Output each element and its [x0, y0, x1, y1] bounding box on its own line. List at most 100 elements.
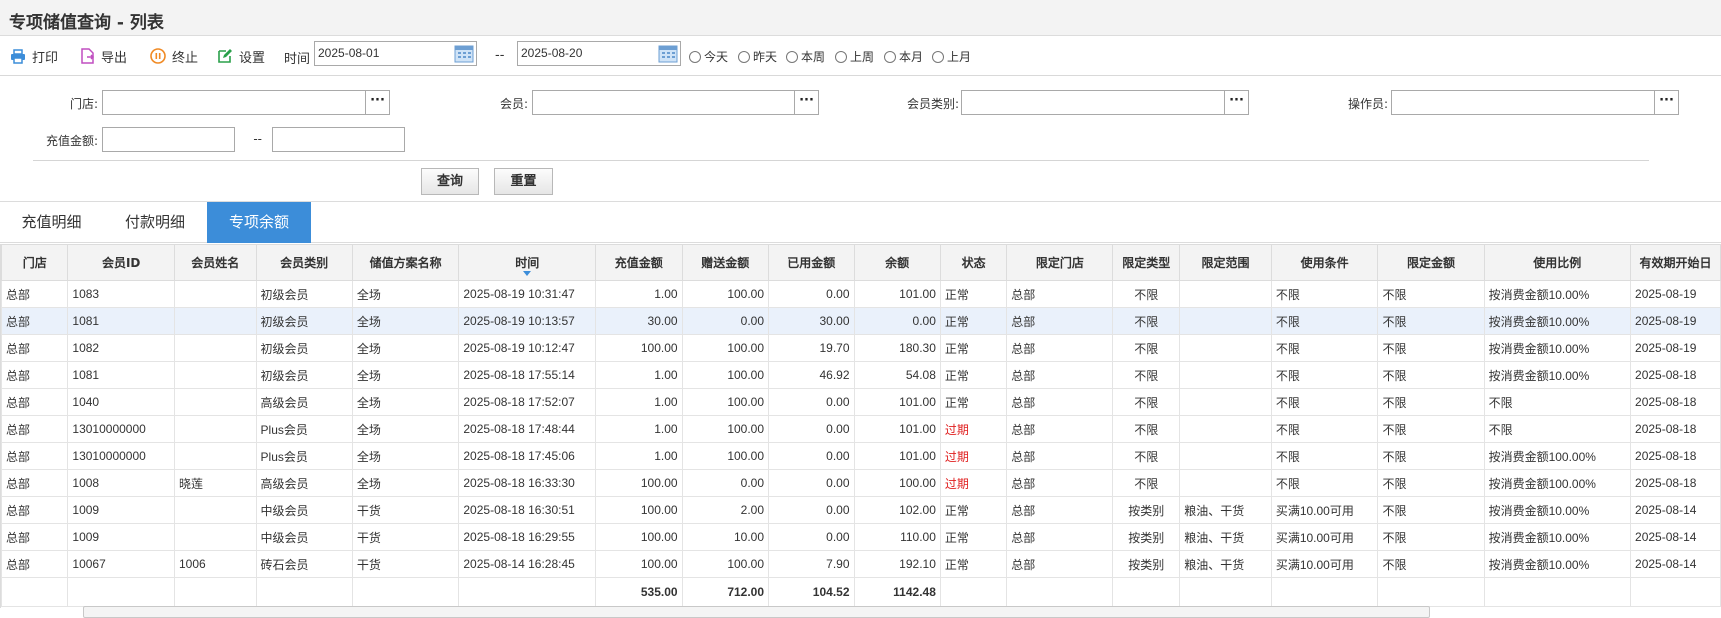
- radio-circle[interactable]: [884, 50, 896, 63]
- export-icon: [81, 48, 95, 64]
- table-cell: 按消费金额10.00%: [1483, 550, 1632, 578]
- table-cell: 总部: [1006, 469, 1114, 497]
- column-header[interactable]: 时间: [458, 244, 597, 281]
- reset-button[interactable]: 重置: [494, 168, 553, 195]
- radio-circle[interactable]: [786, 50, 798, 63]
- table-cell: 不限: [1112, 415, 1181, 443]
- column-header[interactable]: 使用条件: [1270, 244, 1379, 281]
- table-cell: 2025-08-19: [1630, 334, 1721, 362]
- table-cell: 晓莲: [173, 469, 257, 497]
- table-cell: 全场: [351, 469, 460, 497]
- table-cell: [173, 388, 257, 416]
- radio-last-month[interactable]: 上月: [932, 48, 971, 65]
- amount-min-input[interactable]: [102, 127, 235, 152]
- radio-this-month[interactable]: 本月: [884, 48, 923, 65]
- table-cell: 100.00: [595, 550, 683, 578]
- table-cell: 按类别: [1112, 550, 1181, 578]
- table-row[interactable]: 总部 10067 1006 砖石会员 干货 2025-08-14 16:28:45 100.…: [1, 550, 1721, 578]
- table-cell: 总部: [1006, 415, 1114, 443]
- radio-circle[interactable]: [689, 50, 701, 63]
- table-cell: 2025-08-18: [1630, 469, 1721, 497]
- table-cell: 1083: [67, 280, 175, 308]
- table-row[interactable]: 总部 1009 中级会员 干货 2025-08-18 16:30:51 100.00 2.0…: [1, 496, 1721, 524]
- table-cell: 不限: [1270, 280, 1379, 308]
- radio-this-week[interactable]: 本周: [786, 48, 825, 65]
- calendar-icon[interactable]: [658, 44, 678, 63]
- table-row[interactable]: 总部 1008 晓莲 高级会员 全场 2025-08-18 16:33:30 100.00 0…: [1, 469, 1721, 497]
- column-header[interactable]: 限定类型: [1112, 244, 1181, 281]
- column-header[interactable]: 使用比例: [1483, 244, 1632, 281]
- table-cell: 不限: [1377, 280, 1485, 308]
- table-cell: 总部: [1006, 523, 1114, 551]
- column-header[interactable]: 会员ID: [67, 244, 175, 281]
- column-header[interactable]: 限定门店: [1006, 244, 1114, 281]
- horizontal-scrollbar[interactable]: [83, 606, 1430, 618]
- column-header[interactable]: 储值方案名称: [351, 244, 460, 281]
- store-picker-button[interactable]: ···: [366, 90, 390, 115]
- query-button[interactable]: 查询: [421, 168, 479, 195]
- table-row[interactable]: 总部 1081 初级会员 全场 2025-08-18 17:55:14 1.00 100.0…: [1, 361, 1721, 389]
- table-cell: 初级会员: [255, 280, 353, 308]
- tab-recharge-detail[interactable]: 充值明细: [0, 202, 103, 243]
- operator-picker-button[interactable]: ···: [1655, 90, 1679, 115]
- member-picker-button[interactable]: ···: [795, 90, 819, 115]
- member-type-input[interactable]: [961, 90, 1225, 115]
- table-row[interactable]: 总部 1081 初级会员 全场 2025-08-19 10:13:57 30.00 0.00…: [1, 307, 1721, 335]
- column-header[interactable]: 充值金额: [595, 244, 683, 281]
- settings-button[interactable]: 设置: [217, 36, 265, 76]
- member-input[interactable]: [532, 90, 795, 115]
- total-cell: [939, 577, 1008, 607]
- table-cell: 不限: [1270, 361, 1379, 389]
- radio-circle[interactable]: [738, 50, 750, 63]
- table-cell: 1040: [67, 388, 175, 416]
- table-row[interactable]: 总部 1082 初级会员 全场 2025-08-19 10:12:47 100.00 100…: [1, 334, 1721, 362]
- table-row[interactable]: 总部 13010000000 Plus会员 全场 2025-08-18 17:45:06…: [1, 442, 1721, 470]
- table-row[interactable]: 总部 13010000000 Plus会员 全场 2025-08-18 17:48:44…: [1, 415, 1721, 443]
- member-type-picker-button[interactable]: ···: [1225, 90, 1249, 115]
- radio-label: 今天: [704, 50, 729, 64]
- column-header[interactable]: 赠送金额: [681, 244, 770, 281]
- amount-max-input[interactable]: [272, 127, 405, 152]
- operator-input[interactable]: [1391, 90, 1655, 115]
- column-header[interactable]: 限定范围: [1179, 244, 1272, 281]
- total-cell: [1006, 577, 1114, 607]
- printer-icon: [11, 48, 25, 64]
- calendar-icon[interactable]: [454, 44, 474, 63]
- radio-today[interactable]: 今天: [689, 48, 728, 65]
- table-cell: 101.00: [853, 442, 941, 470]
- column-header[interactable]: 门店: [1, 244, 69, 281]
- table-row[interactable]: 总部 1040 高级会员 全场 2025-08-18 17:52:07 1.00 100.0…: [1, 388, 1721, 416]
- table-cell: 不限: [1270, 415, 1379, 443]
- export-button[interactable]: 导出: [80, 36, 127, 76]
- radio-yesterday[interactable]: 昨天: [738, 48, 777, 65]
- table-cell: 不限: [1270, 334, 1379, 362]
- operator-label: 操作员:: [1347, 97, 1388, 111]
- column-header[interactable]: 会员类别: [255, 244, 353, 281]
- sort-desc-icon: [523, 271, 532, 276]
- stop-button[interactable]: 终止: [150, 36, 198, 76]
- column-header[interactable]: 余额: [853, 244, 941, 281]
- store-input[interactable]: [102, 90, 366, 115]
- print-button[interactable]: 打印: [10, 36, 58, 76]
- column-header[interactable]: 有效期开始日: [1630, 244, 1721, 281]
- table-row[interactable]: 总部 1009 中级会员 干货 2025-08-18 16:29:55 100.00 10.…: [1, 523, 1721, 551]
- column-header[interactable]: 限定金额: [1377, 244, 1485, 281]
- tab-special-balance[interactable]: 专项余额: [207, 202, 311, 243]
- column-header[interactable]: 状态: [939, 244, 1008, 281]
- tab-payment-detail[interactable]: 付款明细: [103, 202, 207, 243]
- table-cell: 砖石会员: [255, 550, 353, 578]
- radio-circle[interactable]: [835, 50, 847, 63]
- column-header[interactable]: 会员姓名: [173, 244, 257, 281]
- table-row[interactable]: 总部 1083 初级会员 全场 2025-08-19 10:31:47 1.00 100.0…: [1, 280, 1721, 308]
- data-grid: 门店 会员ID 会员姓名 会员类别 储值方案名称 时间 充值金额 赠送金额 已用金额 余额 状态 限定…: [0, 244, 1721, 608]
- radio-circle[interactable]: [932, 50, 944, 63]
- table-cell: 100.00: [681, 388, 770, 416]
- table-cell: 买满10.00可用: [1270, 496, 1379, 524]
- tab-bar: 充值明细 付款明细 专项余额: [0, 201, 1721, 243]
- date-to-input[interactable]: 2025-08-20: [517, 41, 681, 66]
- radio-last-week[interactable]: 上周: [835, 48, 874, 65]
- date-from-input[interactable]: 2025-08-01: [314, 41, 477, 66]
- table-cell: 1009: [67, 496, 175, 524]
- column-header[interactable]: 已用金额: [768, 244, 855, 281]
- table-cell: [1179, 307, 1272, 335]
